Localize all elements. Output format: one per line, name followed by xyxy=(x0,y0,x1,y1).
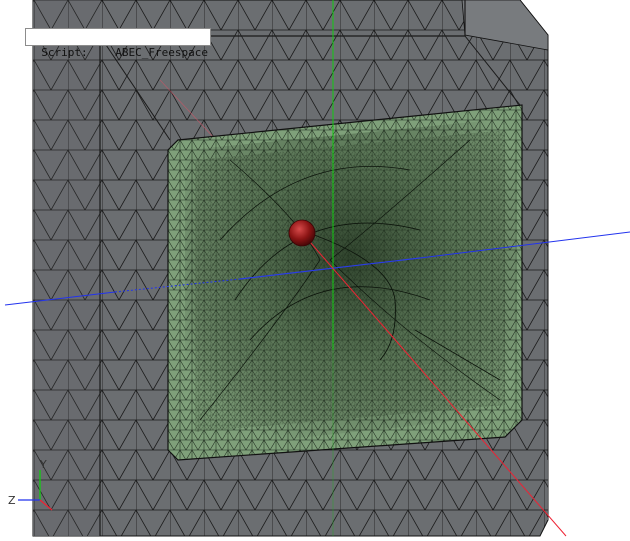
script-name: ABEC_Freespace xyxy=(115,46,208,59)
source-sphere[interactable] xyxy=(288,219,316,247)
script-label: Script: ABEC_Freespace xyxy=(25,28,211,59)
3d-mesh-viewport[interactable]: Z Y xyxy=(0,0,630,541)
triad-y-label: Y xyxy=(39,458,47,471)
triad-z-label: Z xyxy=(8,494,16,507)
script-key: Script: xyxy=(41,46,88,59)
